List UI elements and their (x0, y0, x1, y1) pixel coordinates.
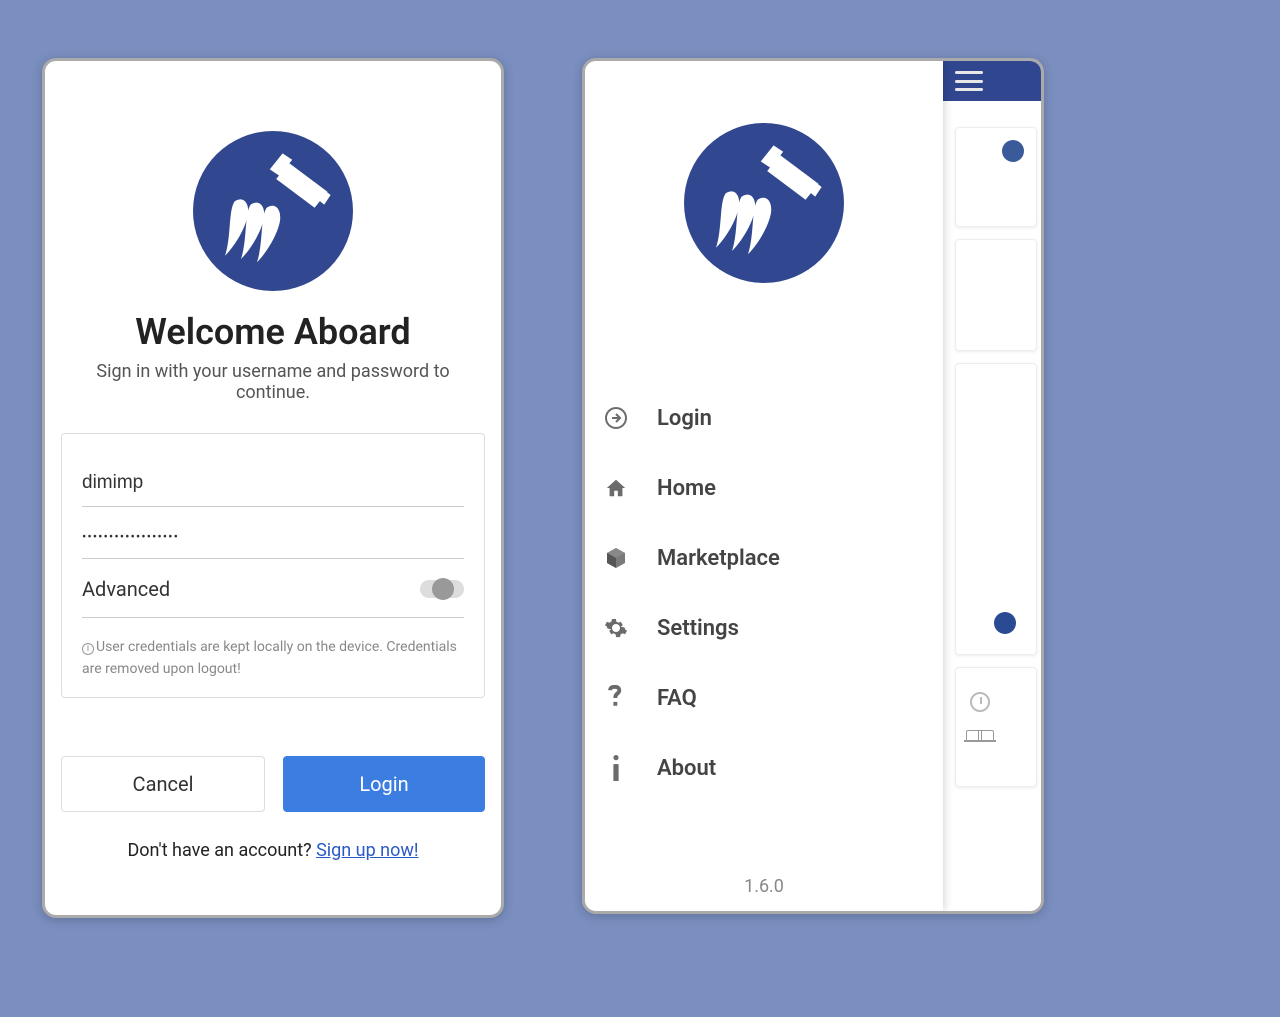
advanced-label: Advanced (82, 577, 170, 601)
signup-link[interactable]: Sign up now! (316, 840, 418, 861)
welcome-subtitle: Sign in with your username and password … (61, 361, 485, 403)
button-row: Cancel Login (61, 756, 485, 812)
menu-label-home: Home (657, 476, 716, 501)
advanced-toggle[interactable] (420, 580, 464, 598)
top-bar (943, 61, 1041, 101)
peek-card-2 (955, 239, 1037, 351)
login-screen: Welcome Aboard Sign in with your usernam… (42, 58, 504, 918)
menu-item-login[interactable]: Login (585, 383, 943, 453)
drawer-screen: Login Home Marketplace (582, 58, 1044, 914)
app-logo-icon (193, 131, 353, 291)
drawer-menu: Login Home Marketplace (585, 383, 943, 803)
version-label: 1.6.0 (585, 876, 943, 897)
login-form-card: •••••••••••••••••• Advanced iUser creden… (61, 433, 485, 698)
background-cards-peek (943, 101, 1041, 787)
info-icon (603, 755, 629, 781)
cube-icon (603, 545, 629, 571)
clock-icon (970, 692, 990, 712)
menu-item-about[interactable]: About (585, 733, 943, 803)
password-field-wrap: •••••••••••••••••• (82, 507, 464, 559)
app-logo-icon (684, 123, 844, 283)
background-content (943, 61, 1041, 911)
toggle-knob (432, 578, 454, 600)
question-icon (603, 685, 629, 711)
cancel-button[interactable]: Cancel (61, 756, 265, 812)
signup-row: Don't have an account? Sign up now! (61, 840, 485, 861)
gear-icon (603, 615, 629, 641)
collapse-dot-icon[interactable] (1002, 140, 1024, 162)
welcome-title: Welcome Aboard (61, 311, 485, 353)
password-input[interactable]: •••••••••••••••••• (82, 530, 179, 545)
menu-label-about: About (657, 756, 716, 781)
peek-card-4 (955, 667, 1037, 787)
menu-label-faq: FAQ (657, 686, 697, 711)
menu-item-marketplace[interactable]: Marketplace (585, 523, 943, 593)
peek-card-1 (955, 127, 1037, 227)
peek-card-3 (955, 363, 1037, 655)
info-circle-icon: i (82, 643, 94, 655)
login-button[interactable]: Login (283, 756, 485, 812)
login-arrow-icon (603, 405, 629, 431)
username-field-wrap (82, 454, 464, 507)
menu-label-marketplace: Marketplace (657, 546, 780, 571)
credentials-info: iUser credentials are kept locally on th… (82, 636, 464, 681)
menu-item-faq[interactable]: FAQ (585, 663, 943, 733)
credentials-info-text: User credentials are kept locally on the… (82, 639, 457, 677)
nav-drawer: Login Home Marketplace (585, 61, 943, 911)
signup-prompt: Don't have an account? (127, 840, 316, 861)
menu-label-settings: Settings (657, 616, 739, 641)
menu-item-settings[interactable]: Settings (585, 593, 943, 663)
book-icon (964, 740, 996, 742)
fab-icon[interactable] (994, 612, 1016, 634)
app-logo-wrap (61, 131, 485, 291)
home-icon (603, 475, 629, 501)
username-input[interactable] (82, 472, 464, 494)
menu-label-login: Login (657, 406, 712, 431)
hamburger-icon[interactable] (955, 71, 983, 91)
drawer-logo-wrap (585, 123, 943, 283)
advanced-row: Advanced (82, 559, 464, 618)
menu-item-home[interactable]: Home (585, 453, 943, 523)
